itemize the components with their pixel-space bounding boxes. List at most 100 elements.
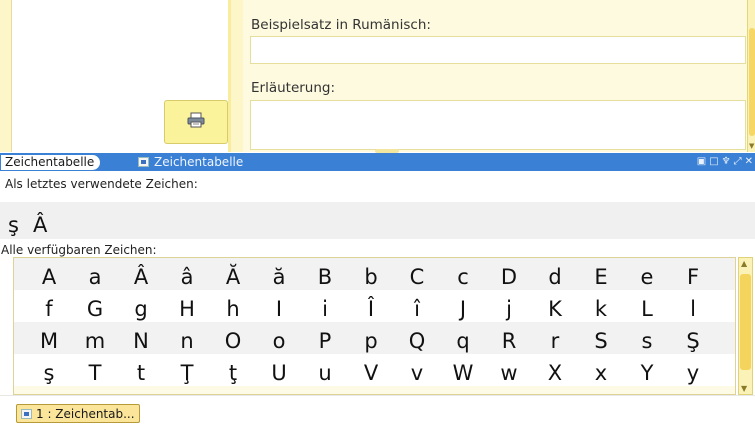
char-cell[interactable]: m: [72, 322, 118, 354]
char-cell[interactable]: N: [118, 322, 164, 354]
char-cell[interactable]: p: [348, 322, 394, 354]
char-cell[interactable]: q: [440, 322, 486, 354]
char-cell[interactable]: â: [164, 258, 210, 290]
char-cell[interactable]: w: [486, 354, 532, 386]
char-cell[interactable]: F: [670, 258, 716, 290]
char-cell[interactable]: l: [670, 290, 716, 322]
grid-scrollbar[interactable]: ▲ ▼: [738, 257, 753, 395]
form-scrollbar-thumb[interactable]: [749, 28, 755, 136]
grid-row: M m N n O o P p Q q R r S s Ş: [14, 322, 735, 354]
character-table-panel: Als letztes verwendete Zeichen: ş Â Alle…: [0, 171, 755, 395]
all-chars-label: Alle verfügbaren Zeichen:: [1, 243, 157, 257]
taskbar-button-label: 1 : Zeichentab...: [36, 406, 135, 421]
left-border-strip: [0, 0, 12, 152]
char-cell[interactable]: X: [532, 354, 578, 386]
window-icon: [138, 157, 149, 167]
char-cell[interactable]: I: [256, 290, 302, 322]
char-cell[interactable]: G: [72, 290, 118, 322]
char-cell[interactable]: B: [302, 258, 348, 290]
grid-row: ş T t Ţ ţ U u V v W w X x Y y: [14, 354, 735, 386]
pin-icon[interactable]: ♆: [722, 155, 731, 169]
restore-icon[interactable]: □: [709, 155, 718, 169]
tab-zeichentabelle[interactable]: Zeichentabelle: [138, 154, 243, 170]
char-cell[interactable]: n: [164, 322, 210, 354]
dock-controls: ▣ □ ♆ ⤢ ✕: [697, 155, 753, 169]
recent-chars-label: Als letztes verwendete Zeichen:: [5, 177, 198, 191]
scroll-up-arrow-icon[interactable]: ▲: [741, 259, 747, 268]
char-cell[interactable]: c: [440, 258, 486, 290]
char-cell[interactable]: A: [26, 258, 72, 290]
char-cell[interactable]: u: [302, 354, 348, 386]
yellow-column: [231, 0, 243, 152]
taskbar-window-button[interactable]: 1 : Zeichentab...: [16, 404, 140, 423]
window-icon: [21, 408, 32, 419]
char-cell[interactable]: j: [486, 290, 532, 322]
explanation-label: Erläuterung:: [251, 80, 336, 96]
char-cell[interactable]: Ş: [670, 322, 716, 354]
char-cell[interactable]: P: [302, 322, 348, 354]
form-scrollbar[interactable]: ▼: [747, 0, 755, 152]
char-cell[interactable]: t: [118, 354, 164, 386]
char-cell[interactable]: Ţ: [164, 354, 210, 386]
grid-row: A a Â â Ă ă B b C c D d E e F: [14, 258, 735, 290]
maximize-icon[interactable]: ⤢: [734, 155, 742, 169]
char-cell[interactable]: E: [578, 258, 624, 290]
example-sentence-field[interactable]: [250, 36, 746, 64]
char-cell[interactable]: r: [532, 322, 578, 354]
char-cell[interactable]: O: [210, 322, 256, 354]
char-cell[interactable]: V: [348, 354, 394, 386]
char-cell[interactable]: y: [670, 354, 716, 386]
char-cell[interactable]: v: [394, 354, 440, 386]
char-cell[interactable]: i: [302, 290, 348, 322]
print-icon: [187, 112, 205, 132]
char-cell[interactable]: d: [532, 258, 578, 290]
char-cell[interactable]: Â: [118, 258, 164, 290]
scroll-down-arrow-icon[interactable]: ▼: [749, 142, 754, 150]
char-cell[interactable]: Q: [394, 322, 440, 354]
char-cell[interactable]: C: [394, 258, 440, 290]
char-cell[interactable]: ă: [256, 258, 302, 290]
char-cell[interactable]: W: [440, 354, 486, 386]
char-cell[interactable]: a: [72, 258, 118, 290]
char-cell[interactable]: J: [440, 290, 486, 322]
char-cell[interactable]: S: [578, 322, 624, 354]
char-cell[interactable]: D: [486, 258, 532, 290]
char-cell[interactable]: o: [256, 322, 302, 354]
char-cell[interactable]: K: [532, 290, 578, 322]
character-grid: A a Â â Ă ă B b C c D d E e F f G g H h …: [13, 257, 736, 395]
grid-scrollbar-thumb[interactable]: [740, 274, 751, 370]
char-cell[interactable]: s: [624, 322, 670, 354]
char-cell[interactable]: î: [394, 290, 440, 322]
grid-row: f G g H h I i Î î J j K k L l: [14, 290, 735, 322]
explanation-field[interactable]: [250, 100, 746, 150]
tab-zeichentabelle-active[interactable]: Zeichentabelle: [1, 155, 101, 170]
char-cell[interactable]: Î: [348, 290, 394, 322]
tab-label: Zeichentabelle: [154, 155, 244, 169]
char-cell[interactable]: e: [624, 258, 670, 290]
char-cell[interactable]: M: [26, 322, 72, 354]
char-cell[interactable]: g: [118, 290, 164, 322]
char-cell[interactable]: x: [578, 354, 624, 386]
example-sentence-label: Beispielsatz in Rumänisch:: [251, 17, 431, 33]
char-cell[interactable]: h: [210, 290, 256, 322]
char-cell[interactable]: H: [164, 290, 210, 322]
scroll-down-arrow-icon[interactable]: ▼: [741, 384, 747, 393]
char-cell[interactable]: L: [624, 290, 670, 322]
recent-char[interactable]: ş: [8, 212, 19, 238]
recent-char[interactable]: Â: [33, 212, 47, 238]
char-cell[interactable]: T: [72, 354, 118, 386]
dock-title-bar: Zeichentabelle Zeichentabelle ▣ □ ♆ ⤢ ✕: [0, 153, 755, 171]
recent-chars-strip: ş Â: [0, 202, 755, 239]
char-cell[interactable]: k: [578, 290, 624, 322]
char-cell[interactable]: Y: [624, 354, 670, 386]
char-cell[interactable]: ş: [26, 354, 72, 386]
float-icon[interactable]: ▣: [697, 155, 706, 169]
print-button[interactable]: [164, 100, 228, 144]
close-icon[interactable]: ✕: [745, 155, 753, 169]
char-cell[interactable]: Ă: [210, 258, 256, 290]
char-cell[interactable]: U: [256, 354, 302, 386]
char-cell[interactable]: b: [348, 258, 394, 290]
char-cell[interactable]: ţ: [210, 354, 256, 386]
char-cell[interactable]: f: [26, 290, 72, 322]
char-cell[interactable]: R: [486, 322, 532, 354]
